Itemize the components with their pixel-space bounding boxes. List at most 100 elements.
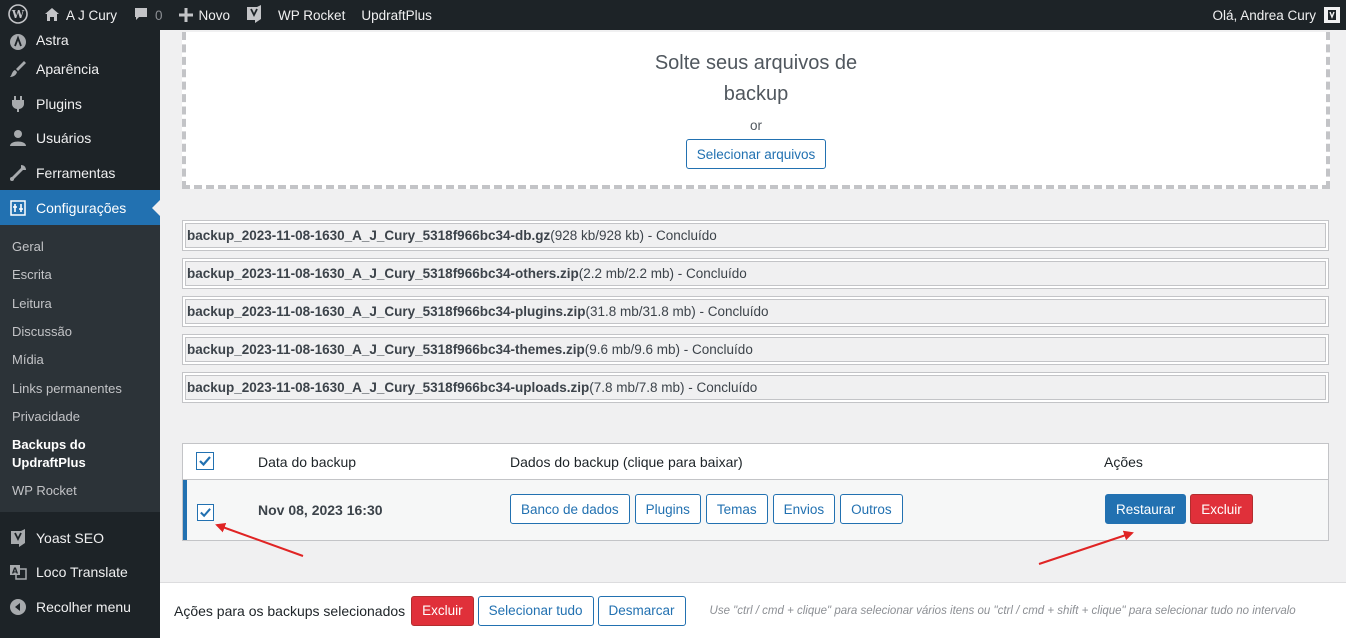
sidebar-item-yoast-seo[interactable]: Yoast SEO: [0, 520, 160, 555]
sidebar-item-tools[interactable]: Ferramentas: [0, 156, 160, 191]
my-account[interactable]: Olá, Andrea Cury: [1212, 0, 1346, 30]
submenu-item-permalinks[interactable]: Links permanentes: [0, 374, 160, 402]
settings-submenu: Geral Escrita Leitura Discussão Mídia Li…: [0, 225, 160, 513]
row-actions: Restaurar Excluir: [1105, 494, 1253, 524]
wordpress-logo-button[interactable]: W: [0, 0, 36, 30]
site-name-link[interactable]: A J Cury: [36, 0, 125, 30]
select-all-checkbox[interactable]: [196, 452, 214, 470]
wp-rocket-link[interactable]: WP Rocket: [270, 0, 353, 30]
backups-table: Data do backup Dados do backup (clique p…: [182, 443, 1329, 541]
backup-dropzone[interactable]: Solte seus arquivos de backup or Selecio…: [182, 32, 1330, 189]
sidebar-item-label: Ferramentas: [36, 164, 116, 181]
sidebar-item-appearance[interactable]: Aparência: [0, 52, 160, 87]
uploaded-file-row: backup_2023-11-08-1630_A_J_Cury_5318f966…: [182, 296, 1329, 327]
dropzone-title-line2: backup: [723, 83, 789, 105]
column-header-date: Data do backup: [258, 453, 357, 470]
file-status: (31.8 mb/31.8 mb) - Concluído: [585, 304, 769, 319]
restore-button[interactable]: Restaurar: [1105, 494, 1187, 524]
collapse-icon: [8, 597, 28, 617]
submenu-item-updraftplus-backups[interactable]: Backups do UpdraftPlus: [0, 431, 160, 477]
sidebar-item-plugins[interactable]: Plugins: [0, 87, 160, 122]
submenu-item-general[interactable]: Geral: [0, 233, 160, 261]
site-name: A J Cury: [66, 7, 118, 23]
sidebar-item-label: Plugins: [36, 95, 82, 112]
file-status: (7.8 mb/7.8 mb) - Concluído: [589, 380, 758, 395]
download-plugins-button[interactable]: Plugins: [634, 494, 701, 524]
yoast-icon: [8, 528, 28, 548]
sidebar-item-settings[interactable]: Configurações: [0, 190, 160, 225]
wp-rocket-label: WP Rocket: [278, 7, 346, 23]
greeting: Olá, Andrea Cury: [1212, 7, 1316, 23]
checkmark-icon: [199, 456, 211, 467]
svg-text:W: W: [11, 8, 25, 21]
submenu-item-writing[interactable]: Escrita: [0, 261, 160, 289]
select-all-button[interactable]: Selecionar tudo: [477, 595, 594, 626]
comments-link[interactable]: 0: [125, 0, 171, 30]
avatar: [1324, 7, 1340, 23]
file-status: (2.2 mb/2.2 mb) - Concluído: [578, 266, 747, 281]
astra-icon: [8, 32, 28, 52]
file-name: backup_2023-11-08-1630_A_J_Cury_5318f966…: [187, 380, 590, 395]
checkmark-icon: [200, 508, 211, 518]
translate-icon: A: [8, 562, 28, 582]
new-content-link[interactable]: Novo: [171, 0, 239, 30]
select-files-button[interactable]: Selecionar arquivos: [685, 139, 827, 169]
bulk-delete-button[interactable]: Excluir: [411, 595, 474, 626]
yoast-icon: [246, 4, 262, 26]
home-icon: [44, 7, 60, 23]
download-themes-button[interactable]: Temas: [705, 494, 768, 524]
submenu-item-discussion[interactable]: Discussão: [0, 318, 160, 346]
bulk-actions-bar: Ações para os backups selecionados Exclu…: [160, 582, 1346, 638]
updraftplus-label: UpdraftPlus: [361, 7, 432, 23]
admin-sidebar: Astra Aparência Plugins Usuários Ferrame…: [0, 30, 160, 638]
sidebar-item-astra[interactable]: Astra: [0, 30, 160, 52]
admin-bar: W A J Cury 0 Novo WP Rocket UpdraftPlus …: [0, 0, 1346, 30]
file-status: (9.6 mb/9.6 mb) - Concluído: [584, 342, 753, 357]
download-others-button[interactable]: Outros: [840, 494, 903, 524]
wordpress-icon: W: [8, 3, 28, 27]
bulk-actions-label: Ações para os backups selecionados: [174, 602, 406, 619]
file-name: backup_2023-11-08-1630_A_J_Cury_5318f966…: [187, 304, 586, 319]
file-name: backup_2023-11-08-1630_A_J_Cury_5318f966…: [187, 342, 585, 357]
delete-button[interactable]: Excluir: [1190, 494, 1253, 524]
sidebar-item-label: Aparência: [36, 61, 100, 78]
backup-data-buttons: Banco de dados Plugins Temas Envios Outr…: [510, 494, 903, 524]
sidebar-item-users[interactable]: Usuários: [0, 121, 160, 156]
yoast-adminbar-link[interactable]: [238, 0, 270, 30]
plus-icon: [178, 8, 193, 22]
updraftplus-link[interactable]: UpdraftPlus: [353, 0, 440, 30]
sidebar-item-label: Yoast SEO: [36, 529, 104, 546]
table-header: Data do backup Dados do backup (clique p…: [183, 444, 1328, 480]
svg-text:A: A: [12, 567, 19, 576]
plugin-icon: [8, 94, 28, 114]
table-row: Nov 08, 2023 16:30 Banco de dados Plugin…: [183, 480, 1328, 540]
sidebar-item-label: Configurações: [36, 199, 127, 216]
users-icon: [8, 128, 28, 148]
sidebar-item-label: Astra: [36, 32, 69, 48]
sidebar-item-label: Recolher menu: [36, 598, 131, 615]
collapse-menu-button[interactable]: Recolher menu: [0, 589, 160, 624]
dropzone-title-line1: Solte seus arquivos de: [654, 52, 858, 74]
uploaded-file-row: backup_2023-11-08-1630_A_J_Cury_5318f966…: [182, 220, 1329, 251]
submenu-item-privacy[interactable]: Privacidade: [0, 403, 160, 431]
submenu-item-reading[interactable]: Leitura: [0, 290, 160, 318]
sidebar-item-loco-translate[interactable]: A Loco Translate: [0, 555, 160, 590]
uploaded-file-row: backup_2023-11-08-1630_A_J_Cury_5318f966…: [182, 334, 1329, 365]
download-database-button[interactable]: Banco de dados: [510, 494, 630, 524]
comment-icon: [133, 6, 149, 25]
row-checkbox[interactable]: [197, 504, 214, 521]
submenu-item-wp-rocket[interactable]: WP Rocket: [0, 477, 160, 505]
new-label: Novo: [198, 7, 231, 23]
download-uploads-button[interactable]: Envios: [772, 494, 836, 524]
sidebar-item-label: Usuários: [36, 130, 92, 147]
dropzone-title: Solte seus arquivos de backup: [186, 48, 1326, 110]
deselect-button[interactable]: Desmarcar: [597, 595, 686, 626]
main-content: Solte seus arquivos de backup or Selecio…: [160, 30, 1346, 638]
selection-hint: Use "ctrl / cmd + clique" para seleciona…: [709, 604, 1296, 617]
file-name: backup_2023-11-08-1630_A_J_Cury_5318f966…: [187, 228, 551, 243]
uploaded-file-row: backup_2023-11-08-1630_A_J_Cury_5318f966…: [182, 372, 1329, 403]
backup-date: Nov 08, 2023 16:30: [258, 502, 383, 518]
submenu-item-media[interactable]: Mídia: [0, 346, 160, 374]
column-header-data: Dados do backup (clique para baixar): [510, 453, 743, 470]
file-status: (928 kb/928 kb) - Concluído: [550, 228, 717, 243]
